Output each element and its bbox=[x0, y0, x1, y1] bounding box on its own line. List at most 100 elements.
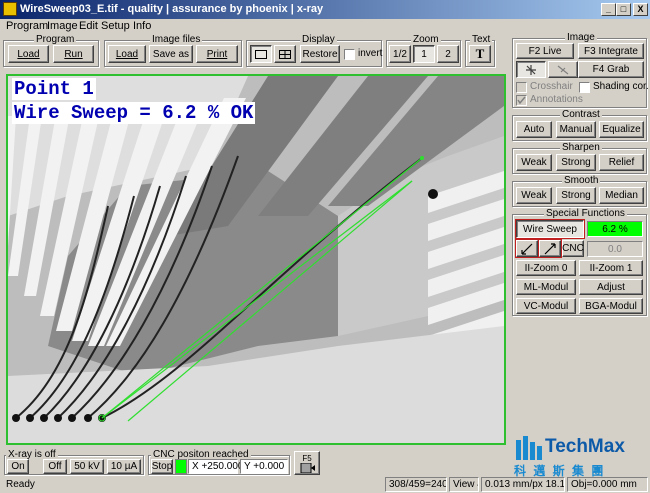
minimize-button[interactable]: _ bbox=[601, 3, 616, 16]
print-button[interactable]: Print bbox=[196, 45, 238, 63]
annotations-checkbox[interactable] bbox=[516, 95, 527, 106]
wire-start-icon bbox=[521, 243, 533, 255]
status-ready: Ready bbox=[6, 479, 35, 490]
status-coords: 308/459=240 bbox=[385, 477, 447, 492]
ml-modul-button[interactable]: ML-Modul bbox=[516, 279, 576, 295]
contrast-group-label: Contrast bbox=[560, 109, 602, 120]
cnc-label: CNC bbox=[562, 243, 584, 254]
smooth-strong-button[interactable]: Strong bbox=[556, 187, 596, 204]
window-title: WireSweep03_E.tif - quality | assurance … bbox=[20, 3, 324, 15]
smooth-median-button[interactable]: Median bbox=[599, 187, 644, 204]
image-group-label: Image bbox=[565, 32, 597, 43]
zoom-two-button[interactable]: 2 bbox=[437, 45, 459, 63]
maximize-button[interactable]: □ bbox=[616, 3, 631, 16]
status-view: View 4 bbox=[449, 477, 479, 492]
zoom-group-label: Zoom bbox=[411, 34, 441, 45]
wire-sweep-value: 6.2 % bbox=[587, 221, 643, 237]
adjust-label: Adjust bbox=[597, 281, 625, 293]
contrast-manual-label: Manual bbox=[559, 124, 593, 135]
menu-program[interactable]: Program bbox=[6, 20, 48, 32]
menu-info[interactable]: Info bbox=[133, 20, 151, 32]
wire-sweep-label: Wire Sweep bbox=[523, 223, 577, 235]
measure-icon bbox=[557, 65, 569, 74]
program-load-button[interactable]: Load bbox=[8, 45, 49, 63]
save-as-button[interactable]: Save as bbox=[149, 45, 193, 63]
annotations-label: Annotations bbox=[530, 94, 583, 105]
zoom-one-button[interactable]: 1 bbox=[413, 45, 435, 63]
xray-image[interactable]: Point 1 Wire Sweep = 6.2 % OK bbox=[6, 74, 506, 445]
measure-tool-button[interactable] bbox=[548, 61, 578, 78]
sharpen-relief-button[interactable]: Relief bbox=[599, 154, 644, 171]
grab-button[interactable]: F4 Grab bbox=[578, 61, 644, 78]
menu-edit[interactable]: Edit bbox=[79, 20, 98, 32]
text-tool-button[interactable]: T bbox=[469, 45, 491, 63]
xray-off-button[interactable]: Off bbox=[43, 459, 67, 474]
single-view-icon bbox=[255, 49, 267, 59]
menu-setup[interactable]: Setup bbox=[101, 20, 130, 32]
xray-on-label: On bbox=[11, 461, 25, 472]
shading-cor-checkbox[interactable] bbox=[579, 82, 590, 93]
overlay-point-label: Point 1 bbox=[12, 78, 96, 100]
crosshair-label: Crosshair bbox=[530, 81, 573, 92]
smooth-strong-label: Strong bbox=[561, 190, 591, 201]
restore-button[interactable]: Restore bbox=[300, 45, 340, 63]
checkmark-icon bbox=[517, 96, 526, 105]
vc-modul-label: VC-Modul bbox=[523, 300, 569, 312]
sharpen-weak-label: Weak bbox=[521, 157, 547, 168]
cnc-button[interactable]: CNC bbox=[562, 240, 584, 257]
cnc-stop-button[interactable]: Stop bbox=[151, 459, 173, 474]
bga-modul-button[interactable]: BGA-Modul bbox=[579, 298, 643, 314]
zoom-half-button[interactable]: 1/2 bbox=[389, 45, 411, 63]
ii-zoom0-button[interactable]: II-Zoom 0 bbox=[516, 260, 576, 276]
restore-label: Restore bbox=[302, 48, 338, 60]
wire-sweep-button[interactable]: Wire Sweep bbox=[515, 219, 585, 239]
program-run-label: Run bbox=[64, 48, 83, 60]
voltage-button[interactable]: 50 kV bbox=[70, 459, 104, 474]
vc-modul-button[interactable]: VC-Modul bbox=[516, 298, 576, 314]
program-group-label: Program bbox=[34, 34, 77, 45]
live-button[interactable]: F2 Live bbox=[516, 43, 574, 59]
sharpen-strong-button[interactable]: Strong bbox=[556, 154, 596, 171]
pointer-tool-button[interactable] bbox=[516, 61, 546, 78]
adjust-button[interactable]: Adjust bbox=[579, 279, 643, 295]
wire-start-tool-button[interactable] bbox=[515, 239, 539, 258]
quad-view-button[interactable] bbox=[274, 45, 296, 63]
sharpen-relief-label: Relief bbox=[608, 157, 635, 168]
smooth-weak-button[interactable]: Weak bbox=[516, 187, 552, 204]
smooth-weak-label: Weak bbox=[521, 190, 547, 201]
contrast-equalize-button[interactable]: Equalize bbox=[599, 121, 644, 138]
status-obj: Obj=0.000 mm bbox=[567, 477, 648, 492]
special-functions-label: Special Functions bbox=[544, 208, 627, 219]
ii-zoom1-label: II-Zoom 1 bbox=[589, 262, 633, 274]
close-button[interactable]: X bbox=[633, 3, 648, 16]
current-button[interactable]: 10 µA bbox=[107, 459, 141, 474]
xray-on-button[interactable]: On bbox=[7, 459, 29, 474]
crosshair-checkbox[interactable] bbox=[516, 82, 527, 93]
contrast-manual-button[interactable]: Manual bbox=[556, 121, 596, 138]
bga-modul-label: BGA-Modul bbox=[585, 300, 637, 312]
invert-checkbox[interactable] bbox=[344, 49, 355, 60]
pointer-icon bbox=[526, 64, 536, 75]
wire-end-tool-button[interactable] bbox=[538, 239, 562, 258]
single-view-button[interactable] bbox=[250, 45, 272, 63]
menu-image[interactable]: Image bbox=[47, 20, 78, 32]
zoom-one-label: 1 bbox=[421, 48, 427, 60]
sharpen-strong-label: Strong bbox=[561, 157, 591, 168]
status-bar: Ready 308/459=240 View 4 0.013 mm/px 18.… bbox=[0, 476, 650, 493]
text-group-label: Text bbox=[470, 34, 493, 45]
invert-label: invert bbox=[358, 48, 383, 59]
save-as-label: Save as bbox=[152, 48, 190, 60]
program-run-button[interactable]: Run bbox=[53, 45, 94, 63]
f5-button[interactable]: F5 bbox=[294, 451, 320, 475]
x-position-field: X +250.000 bbox=[188, 459, 243, 474]
ii-zoom1-button[interactable]: II-Zoom 1 bbox=[579, 260, 643, 276]
contrast-auto-button[interactable]: Auto bbox=[516, 121, 552, 138]
grab-label: F4 Grab bbox=[592, 64, 630, 75]
xray-off-label: Off bbox=[48, 461, 62, 472]
integrate-button[interactable]: F3 Integrate bbox=[578, 43, 644, 59]
cnc-ready-indicator bbox=[175, 459, 187, 474]
smooth-group-label: Smooth bbox=[562, 175, 601, 186]
image-load-button[interactable]: Load bbox=[108, 45, 146, 63]
y-position-field: Y +0.000 bbox=[240, 459, 288, 474]
sharpen-weak-button[interactable]: Weak bbox=[516, 154, 552, 171]
